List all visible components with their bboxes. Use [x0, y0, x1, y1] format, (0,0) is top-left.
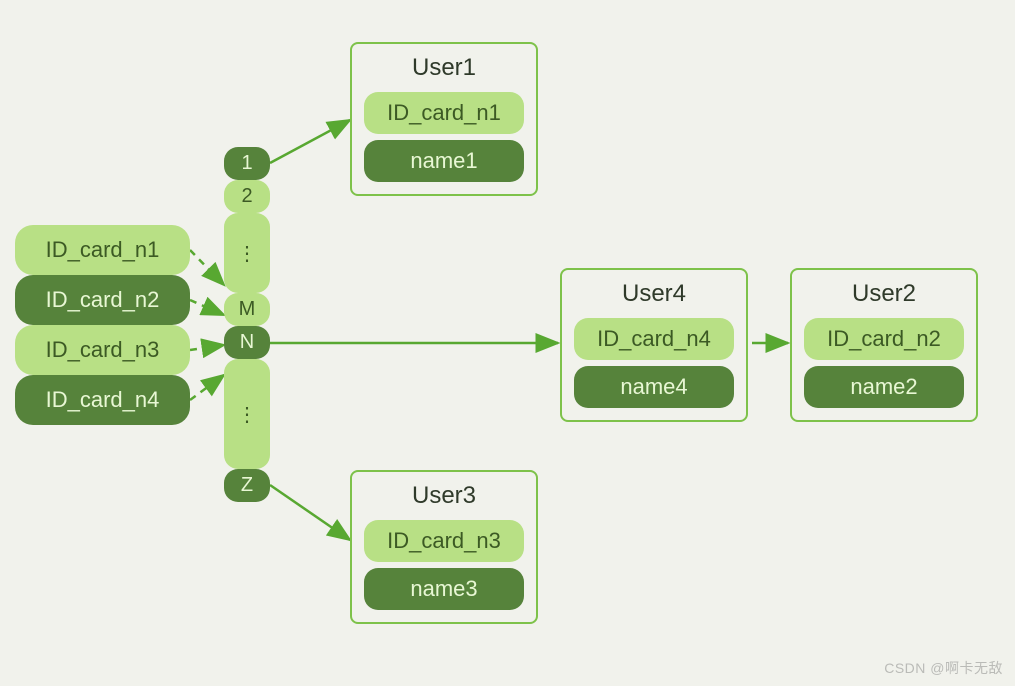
- hash-bucket: Z: [224, 469, 270, 502]
- hash-bucket: ⋮: [224, 213, 270, 293]
- user-box-user3: User3 ID_card_n3 name3: [350, 470, 538, 624]
- user-name-field: name1: [364, 140, 524, 182]
- watermark-text: CSDN @啊卡无敌: [884, 658, 1003, 678]
- keys-column: ID_card_n1 ID_card_n2 ID_card_n3 ID_card…: [15, 225, 190, 425]
- hash-arrow-dashed: [190, 375, 224, 400]
- hash-arrow-dashed: [190, 250, 224, 285]
- user-id-field: ID_card_n3: [364, 520, 524, 562]
- user-title: User2: [852, 280, 916, 308]
- user-title: User4: [622, 280, 686, 308]
- key-item: ID_card_n4: [15, 375, 190, 425]
- key-item: ID_card_n1: [15, 225, 190, 275]
- user-id-field: ID_card_n4: [574, 318, 734, 360]
- hash-bucket: M: [224, 293, 270, 326]
- hash-bucket: 1: [224, 147, 270, 180]
- hash-arrow-dashed: [190, 345, 224, 350]
- key-item: ID_card_n3: [15, 325, 190, 375]
- hash-bucket: N: [224, 326, 270, 359]
- hash-arrow-dashed: [190, 300, 224, 315]
- user-title: User3: [412, 482, 476, 510]
- user-title: User1: [412, 54, 476, 82]
- hash-bucket: 2: [224, 180, 270, 213]
- key-item: ID_card_n2: [15, 275, 190, 325]
- user-box-user2: User2 ID_card_n2 name2: [790, 268, 978, 422]
- hash-bucket: ⋮: [224, 359, 270, 469]
- diagram-stage: ID_card_n1 ID_card_n2 ID_card_n3 ID_card…: [0, 0, 1015, 686]
- user-name-field: name3: [364, 568, 524, 610]
- user-box-user4: User4 ID_card_n4 name4: [560, 268, 748, 422]
- pointer-arrow: [270, 120, 350, 163]
- user-box-user1: User1 ID_card_n1 name1: [350, 42, 538, 196]
- user-id-field: ID_card_n1: [364, 92, 524, 134]
- pointer-arrow: [270, 485, 350, 540]
- user-id-field: ID_card_n2: [804, 318, 964, 360]
- user-name-field: name2: [804, 366, 964, 408]
- user-name-field: name4: [574, 366, 734, 408]
